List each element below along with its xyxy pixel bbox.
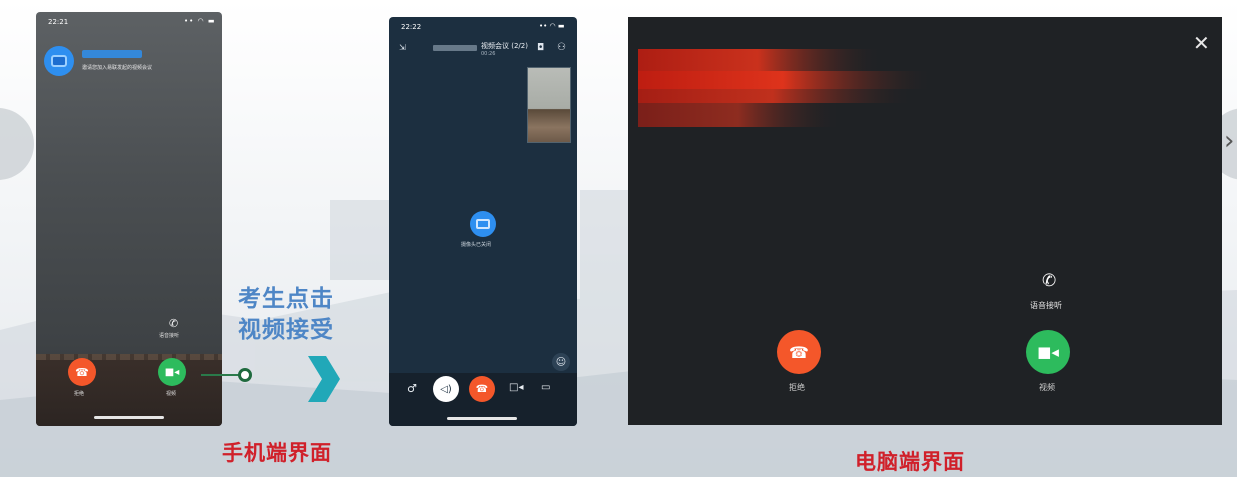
home-indicator[interactable] (94, 416, 164, 419)
status-time: 22:21 (48, 18, 69, 26)
decline-button[interactable]: ☎ (777, 330, 821, 374)
video-accept-label: 视频 (166, 391, 177, 397)
hangup-icon: ☎ (75, 365, 89, 379)
video-toggle-icon[interactable]: □◂ (509, 382, 523, 393)
phone-interface-caption: 手机端界面 (222, 441, 332, 465)
voice-answer-icon[interactable]: ✆ (1042, 271, 1056, 291)
call-invite-text: 邀请您加入易联发起的视频会议 (82, 65, 153, 71)
meeting-icon (476, 219, 490, 229)
home-indicator[interactable] (447, 417, 517, 420)
meeting-title: 视频会议 (2/2) (481, 42, 528, 50)
speaker-button[interactable]: ◁) (433, 376, 459, 402)
phone-incoming-call-screen: 22:21 •• ◠ ▬ 邀请您加入易联发起的视频会议 ✆ 语音接听 ☎ ■◂ … (36, 12, 222, 426)
video-accept-button[interactable]: ■◂ (1026, 330, 1070, 374)
callout-dot (238, 368, 252, 382)
desktop-incoming-call-window: ✕ ✆ 语音接听 ☎ ■◂ 拒绝 视频 (628, 17, 1222, 425)
remote-video-thumbnail[interactable] (527, 67, 571, 143)
status-time: 22:22 (401, 23, 422, 31)
voice-answer-label: 语音接听 (159, 333, 180, 339)
camera-off-label: 摄像头已关闭 (461, 242, 492, 248)
emoji-icon[interactable]: ☺ (552, 353, 570, 371)
status-icons: •• ◠ ▬ (184, 17, 216, 25)
minimize-icon[interactable]: ⇲ (399, 43, 406, 52)
instruction-text: 考生点击 视频接受 (238, 284, 358, 346)
voice-answer-icon[interactable]: ✆ (169, 317, 178, 330)
members-icon[interactable]: ⚇ (557, 42, 566, 53)
video-accept-label: 视频 (1039, 383, 1055, 392)
chevron-arrow-icon (308, 356, 340, 402)
caller-info-redacted (638, 49, 928, 127)
callout-line (201, 374, 241, 376)
status-icons: •• ◠ ▬ (539, 22, 565, 30)
decline-button[interactable]: ☎ (68, 358, 96, 386)
host-name-redacted (433, 45, 477, 51)
caller-avatar (44, 46, 74, 76)
switch-camera-icon[interactable]: ◘ (537, 43, 544, 53)
close-icon[interactable]: ✕ (1193, 33, 1210, 53)
caller-name-redacted (82, 50, 142, 58)
desktop-interface-caption: 电脑端界面 (855, 450, 965, 474)
voice-answer-label: 语音接听 (1030, 301, 1062, 310)
chevron-right-icon: › (1224, 126, 1235, 156)
video-camera-icon: ■◂ (164, 366, 180, 378)
instruction-line-2: 视频接受 (238, 317, 334, 343)
self-avatar (470, 211, 496, 237)
decline-label: 拒绝 (74, 391, 85, 397)
call-duration: 00:26 (481, 51, 496, 57)
hangup-button[interactable]: ☎ (469, 376, 495, 402)
instruction-line-1: 考生点击 (238, 286, 334, 312)
video-camera-icon: ■◂ (1037, 343, 1059, 361)
phone-in-call-screen: 22:22 •• ◠ ▬ ⇲ 视频会议 (2/2) 00:26 ◘ ⚇ 摄像头已… (389, 17, 577, 426)
microphone-icon[interactable]: ♂ (407, 382, 417, 395)
video-accept-button[interactable]: ■◂ (158, 358, 186, 386)
hangup-icon: ☎ (475, 383, 489, 395)
decline-label: 拒绝 (789, 383, 805, 392)
speaker-icon: ◁) (440, 383, 452, 395)
meeting-icon (51, 55, 67, 67)
hangup-icon: ☎ (789, 342, 809, 362)
screen-share-icon[interactable]: ▭ (541, 382, 550, 393)
